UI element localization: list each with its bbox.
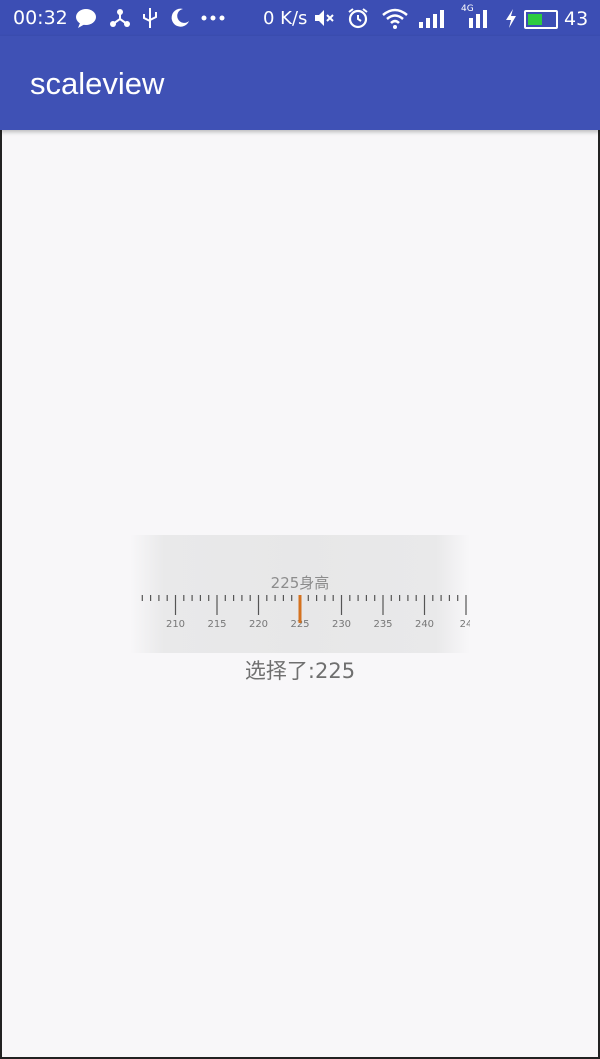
status-time: 00:32 [13, 7, 68, 29]
status-bar: 00:32 0 K/s 4G 43 [0, 0, 600, 36]
wifi-icon [381, 6, 409, 35]
scale-ruler[interactable]: 225身高 210 215 220 225 230 235 240 24 [130, 535, 470, 653]
signal-4g-icon: 4G [461, 4, 493, 35]
ruler-tick-label: 240 [415, 619, 434, 630]
ruler-tick-label: 230 [332, 619, 351, 630]
app-bar: scaleview [0, 36, 600, 130]
ruler-tick-label: 235 [373, 619, 392, 630]
share-icon [108, 6, 132, 35]
battery-level: 43 [564, 8, 589, 30]
selected-value-text: 选择了:225 [244, 659, 356, 683]
ruler-tick-label: 215 [207, 619, 226, 630]
charging-icon [503, 6, 519, 35]
chat-icon [74, 6, 98, 35]
net-speed: 0 K/s [263, 8, 308, 29]
device-frame [0, 0, 600, 1059]
usb-icon [140, 6, 160, 35]
alarm-icon [346, 6, 370, 35]
ruler-tick-label: 24 [460, 619, 470, 630]
signal-4g-label: 4G [461, 4, 474, 14]
moon-icon [168, 6, 192, 35]
more-icon [200, 6, 226, 35]
mute-icon [312, 6, 336, 35]
ruler-tick-label: 220 [249, 619, 268, 630]
ruler-ticks: 210 215 220 225 230 235 240 24 [141, 595, 470, 630]
ruler-tick-label: 210 [166, 619, 185, 630]
battery-icon [524, 8, 558, 32]
signal-icon [418, 6, 450, 35]
app-title: scaleview [30, 66, 165, 101]
